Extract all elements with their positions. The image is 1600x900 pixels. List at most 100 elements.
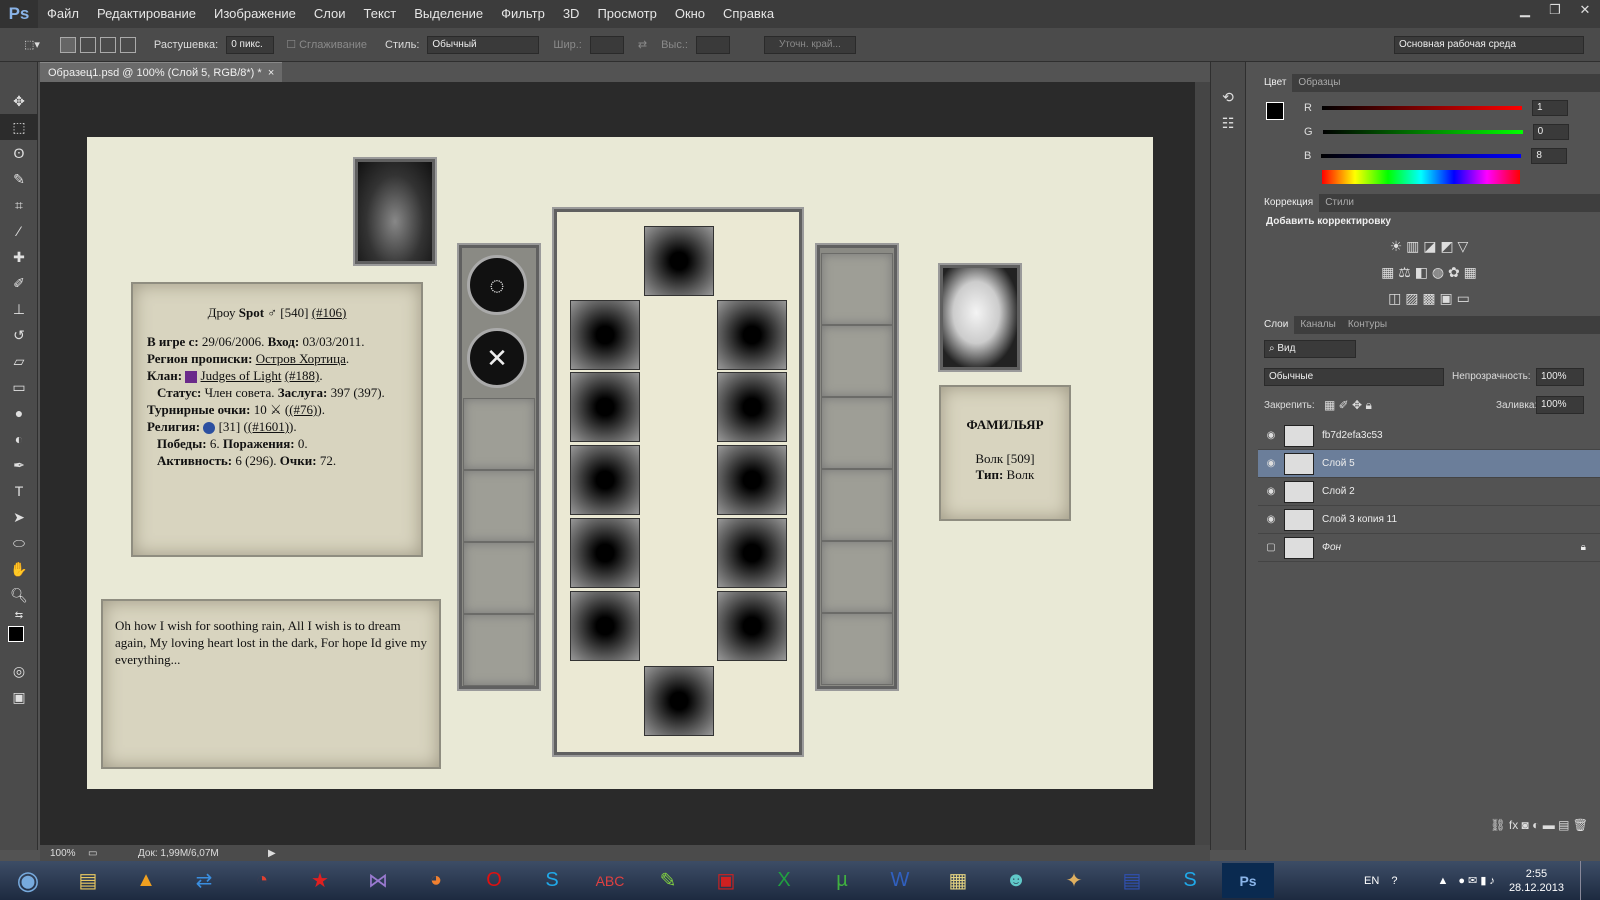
equipment-slot-right-3[interactable]	[717, 445, 787, 515]
equipment-slot-head[interactable]	[644, 226, 714, 296]
delete-layer-icon[interactable]: 🗑︎	[1573, 818, 1588, 832]
tab-channels[interactable]: Каналы	[1294, 316, 1342, 334]
empty-inventory-slot[interactable]	[821, 325, 893, 397]
feather-input[interactable]: 0 пикс.	[226, 35, 275, 54]
utorrent-icon[interactable]: µ	[816, 863, 868, 898]
move-tool-icon[interactable]: ✥	[0, 88, 38, 114]
quick-mask-icon[interactable]: ◎	[0, 658, 38, 684]
explorer-icon[interactable]: ▤	[62, 863, 114, 898]
religion-rank-link[interactable]: (#1601)	[248, 419, 289, 434]
color-spectrum-bar[interactable]	[1322, 170, 1520, 184]
ellipse-tool-icon[interactable]: ⬭	[0, 530, 38, 556]
gradient-tool-icon[interactable]: ▭	[0, 374, 38, 400]
exposure-icon[interactable]: ◩	[1440, 238, 1453, 254]
layer-row[interactable]: ◉ Слой 3 копия 11	[1258, 506, 1600, 534]
show-desktop-button[interactable]	[1580, 861, 1590, 900]
equipment-slot-left-5[interactable]	[570, 591, 640, 661]
blur-tool-icon[interactable]: ●	[0, 400, 38, 426]
g-value-input[interactable]: 0	[1532, 124, 1569, 140]
height-input[interactable]	[695, 35, 730, 54]
visibility-eye-icon[interactable]: ◉	[1258, 514, 1284, 525]
photo-filter-icon[interactable]: ◍	[1432, 264, 1444, 280]
new-selection-icon[interactable]	[59, 36, 76, 53]
clone-stamp-icon[interactable]: ⊥	[0, 296, 38, 322]
equipment-slot-right-5[interactable]	[717, 591, 787, 661]
tools-app-icon[interactable]: ✦	[1048, 863, 1100, 898]
visibility-eye-icon[interactable]: ◉	[1258, 486, 1284, 497]
teamviewer-icon[interactable]: ⇄	[178, 863, 230, 898]
abc-icon[interactable]: ABC	[584, 863, 636, 898]
width-input[interactable]	[589, 35, 624, 54]
empty-skill-slot[interactable]	[463, 614, 535, 686]
brush-tool-icon[interactable]: ✐	[0, 270, 38, 296]
layer-filter-select[interactable]: ⌕ Вид	[1264, 340, 1356, 358]
clan-rank-link[interactable]: (#188)	[285, 368, 320, 383]
menu-filter[interactable]: Фильтр	[492, 0, 554, 28]
history-brush-icon[interactable]: ↺	[0, 322, 38, 348]
help-icon[interactable]: ?	[1391, 875, 1397, 887]
cat-app-icon[interactable]: ☻	[990, 863, 1042, 898]
equipment-slot-left-1[interactable]	[570, 300, 640, 370]
menu-edit[interactable]: Редактирование	[88, 0, 205, 28]
workspace-select[interactable]: Основная рабочая среда	[1394, 36, 1584, 54]
add-mask-icon[interactable]: ◙	[1522, 818, 1529, 832]
lock-icons[interactable]: ▦ ✐ ✥ 🔒︎	[1324, 398, 1372, 413]
layer-style-icon[interactable]: fx	[1509, 818, 1518, 832]
photoshop-taskbar-icon[interactable]: Ps	[1222, 863, 1274, 898]
notes-icon[interactable]: ▦	[932, 863, 984, 898]
r-value-input[interactable]: 1	[1531, 100, 1568, 116]
zoom-level[interactable]: 100%	[40, 848, 88, 859]
blend-mode-select[interactable]: Обычные	[1264, 368, 1444, 386]
empty-inventory-slot[interactable]	[821, 613, 893, 685]
daemon-tools-icon[interactable]: ▲	[120, 863, 172, 898]
tab-styles[interactable]: Стили	[1319, 194, 1360, 212]
style-select[interactable]: Обычный	[427, 35, 540, 54]
zoom-tool-icon[interactable]: 🔍︎	[0, 582, 38, 608]
save-app-icon[interactable]: ▤	[1106, 863, 1158, 898]
tab-swatches[interactable]: Образцы	[1292, 74, 1346, 92]
status-menu-arrow-icon[interactable]: ▶	[268, 848, 276, 859]
empty-skill-slot[interactable]	[463, 542, 535, 614]
new-group-icon[interactable]: ▬	[1543, 818, 1555, 832]
marquee-tool-preset-icon[interactable]: ⬚▾	[24, 35, 40, 55]
antialias-checkbox[interactable]: ☐ Сглаживание	[286, 35, 367, 55]
color-preview-swatch[interactable]	[1266, 102, 1284, 120]
clock[interactable]: 2:55 28.12.2013	[1509, 867, 1564, 895]
new-layer-icon[interactable]: ▤	[1558, 818, 1569, 832]
black-white-icon[interactable]: ◧	[1415, 264, 1428, 280]
eyedropper-tool-icon[interactable]: ⁄	[0, 218, 38, 244]
color-lookup-icon[interactable]: ▦	[1464, 264, 1477, 280]
empty-skill-slot[interactable]	[463, 470, 535, 542]
empty-skill-slot[interactable]	[463, 398, 535, 470]
path-select-icon[interactable]: ➤	[0, 504, 38, 530]
layer-row-active[interactable]: ◉ Слой 5	[1258, 450, 1600, 478]
properties-panel-icon[interactable]: ☷	[1211, 110, 1245, 136]
fill-input[interactable]: 100%	[1536, 396, 1584, 414]
g-slider[interactable]	[1322, 130, 1523, 134]
vibrance-icon[interactable]: ▽	[1458, 238, 1469, 254]
curves-icon[interactable]: ◪	[1423, 238, 1436, 254]
maximize-icon[interactable]: ❐	[1540, 0, 1570, 20]
equipment-slot-left-4[interactable]	[570, 518, 640, 588]
swap-colors-icon[interactable]: ⇆	[0, 608, 38, 622]
type-tool-icon[interactable]: T	[0, 478, 38, 504]
equipment-slot-right-1[interactable]	[717, 300, 787, 370]
tray-icons[interactable]: ● ✉ ▮ ♪	[1458, 874, 1495, 887]
excel-icon[interactable]: X	[758, 863, 810, 898]
start-button-icon[interactable]: ◉	[0, 863, 56, 898]
color-swatches[interactable]	[0, 622, 38, 658]
empty-inventory-slot[interactable]	[821, 397, 893, 469]
menu-type[interactable]: Текст	[355, 0, 406, 28]
tab-layers[interactable]: Слои	[1258, 316, 1295, 334]
lasso-tool-icon[interactable]: ʘ	[0, 140, 38, 166]
clan-link[interactable]: Judges of Light	[201, 368, 282, 383]
b-value-input[interactable]: 8	[1531, 148, 1568, 164]
word-icon[interactable]: W	[874, 863, 926, 898]
quick-select-tool-icon[interactable]: ✎	[0, 166, 38, 192]
dodge-tool-icon[interactable]: ◐	[0, 426, 38, 452]
color-balance-icon[interactable]: ⚖	[1398, 264, 1411, 280]
tray-arrow-icon[interactable]: ▲	[1437, 875, 1448, 887]
hue-saturation-icon[interactable]: ▦	[1381, 264, 1394, 280]
brightness-icon[interactable]: ☀	[1390, 238, 1403, 254]
swap-icon[interactable]: ⇄	[638, 35, 647, 55]
